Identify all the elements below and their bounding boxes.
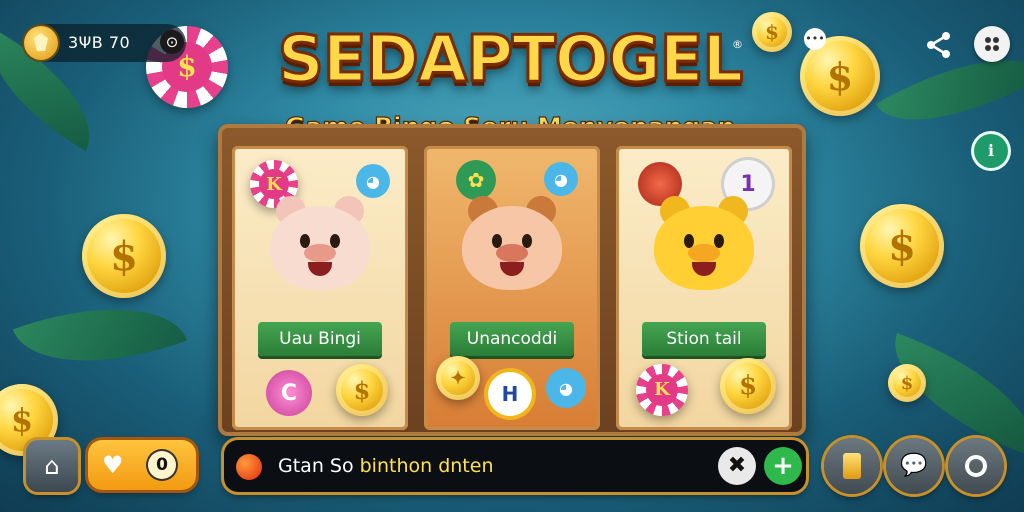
coin-icon: $	[336, 364, 388, 416]
speaker-icon[interactable]: ⊙	[160, 30, 184, 54]
add-button[interactable]: +	[764, 447, 802, 485]
crown-icon	[24, 26, 58, 60]
share-icon[interactable]	[924, 30, 954, 60]
bird-icon: ◕	[546, 368, 586, 408]
close-button[interactable]: ✖	[718, 447, 756, 485]
chat-message: Gtan So binthon dnten	[278, 455, 494, 477]
player-badge[interactable]: 3ΨВ 70 ⊙	[22, 24, 186, 62]
chat-message-highlight: binthon dnten	[359, 455, 494, 477]
game-card-3[interactable]: 1 Stion tail K $	[616, 146, 792, 430]
settings-button[interactable]	[948, 438, 1004, 494]
card-2-label: Unancoddi	[450, 322, 574, 356]
card-icon	[843, 453, 861, 479]
game-card-1[interactable]: K ◕ Uau Bingi C $	[232, 146, 408, 430]
game-title: SEDAPTOGEL	[276, 23, 744, 97]
coin-decoration: $	[888, 364, 926, 402]
fire-icon	[236, 454, 262, 480]
menu-icon[interactable]	[974, 26, 1010, 62]
coin-balance-value: 0	[148, 451, 176, 479]
home-icon: ⌂	[44, 452, 60, 480]
coin-decoration: $	[860, 204, 944, 288]
pig-character	[270, 196, 370, 296]
c-chip-icon: C	[266, 370, 312, 416]
flower-badge-icon: ✿	[456, 160, 496, 200]
leaf-decoration	[12, 274, 188, 396]
coin-icon: ✦	[436, 356, 480, 400]
card-1-label: Uau Bingi	[258, 322, 382, 356]
game-card-2[interactable]: ✿ ◕ Unancoddi ✦ H ◕	[424, 146, 600, 430]
settings-ring-icon	[965, 455, 987, 477]
game-board: K ◕ Uau Bingi C $ ✿ ◕ Unancoddi ✦ H ◕ 1	[218, 124, 806, 436]
h-chip-icon: H	[488, 372, 532, 416]
chat-bar[interactable]: Gtan So binthon dnten ✖ +	[224, 440, 806, 492]
card-button[interactable]	[824, 438, 880, 494]
chat-bubble-icon: 💬	[900, 453, 928, 478]
chat-button[interactable]: 💬	[886, 438, 942, 494]
coin-icon: $	[720, 358, 776, 414]
pig-character	[462, 196, 562, 296]
bear-character	[654, 196, 754, 296]
player-badge-text: 3ΨВ 70	[68, 33, 131, 52]
bird-icon: ◕	[356, 164, 390, 198]
bird-icon: ◕	[544, 162, 578, 196]
info-side-button[interactable]: ℹ	[974, 134, 1008, 168]
registered-mark: ®	[732, 38, 743, 51]
speech-bubble-icon[interactable]: •••	[804, 28, 826, 50]
home-button[interactable]: ⌂	[26, 440, 78, 492]
coin-balance[interactable]: ♥ 0	[88, 440, 196, 490]
k-chip-icon: K	[636, 364, 688, 416]
coin-decoration: $	[82, 214, 166, 298]
heart-icon: ♥	[102, 451, 124, 479]
card-3-label: Stion tail	[642, 322, 766, 356]
